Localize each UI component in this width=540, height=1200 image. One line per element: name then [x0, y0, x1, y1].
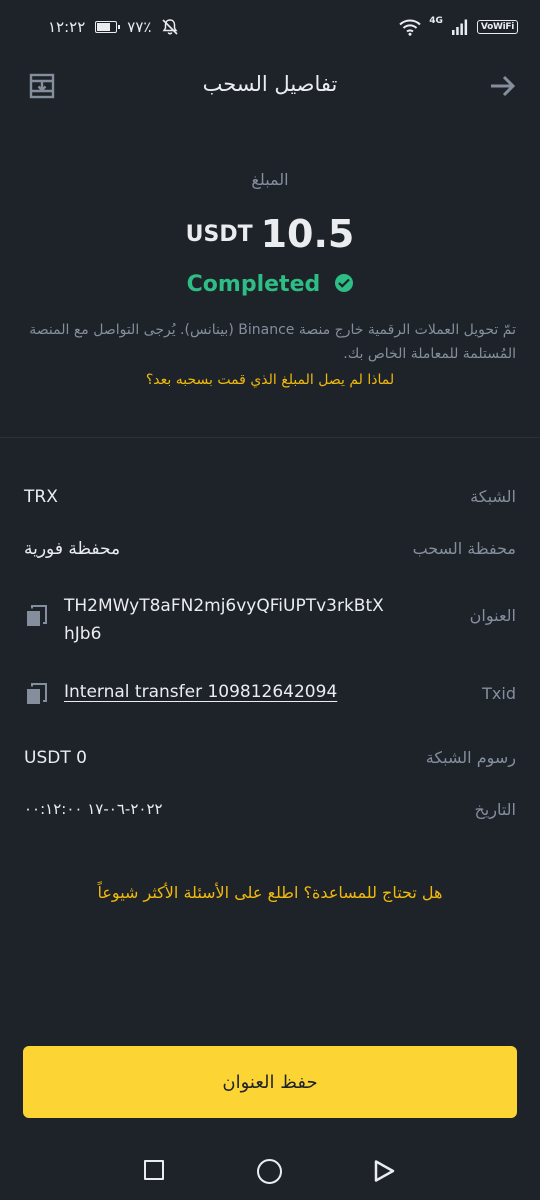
- amount-row: USDT 10.5: [0, 212, 540, 256]
- copy-txid-icon[interactable]: [26, 683, 48, 705]
- status-row: Completed: [0, 272, 540, 297]
- date-label: التاريخ: [474, 800, 516, 819]
- txid-label: Txid: [482, 684, 516, 703]
- page-title: تفاصيل السحب: [202, 72, 338, 96]
- mute-bell-icon: [162, 19, 179, 35]
- header: تفاصيل السحب: [0, 60, 540, 116]
- check-circle-icon: [335, 273, 354, 292]
- why-not-arrived-link[interactable]: لماذا لم يصل المبلغ الذي قمت بسحبه بعد؟: [24, 372, 516, 388]
- network-type: 4G: [429, 16, 443, 26]
- status-time: ١٢:٢٢: [48, 18, 86, 36]
- help-faq-link[interactable]: هل تحتاج للمساعدة؟ اطلع على الأسئلة الأك…: [24, 883, 516, 902]
- address-label: العنوان: [469, 606, 516, 625]
- address-value: TH2MWyT8aFN2mj6vyQFiUPTv3rkBtXhJb6: [64, 596, 384, 644]
- home-circle-icon[interactable]: [257, 1159, 282, 1184]
- withdrawal-details-screen: ١٢:٢٢ ٧٧٪ 4G VoWiFi تفاصيل السحب المبلغ …: [0, 0, 540, 1200]
- status-left: ١٢:٢٢ ٧٧٪: [48, 16, 179, 38]
- copy-address-icon[interactable]: [26, 605, 48, 627]
- wifi-icon: [399, 19, 421, 36]
- network-value: TRX: [24, 487, 58, 507]
- arrow-right-icon[interactable]: [488, 72, 518, 100]
- divider: [0, 437, 540, 438]
- recents-square-icon[interactable]: [144, 1160, 164, 1180]
- status-right: 4G VoWiFi: [399, 14, 518, 40]
- amount-label: المبلغ: [251, 170, 289, 189]
- system-nav-bar: [0, 1150, 540, 1194]
- network-fee-value: USDT 0: [24, 748, 87, 768]
- battery-icon: [95, 21, 121, 33]
- wallet-label: محفظة السحب: [412, 539, 516, 558]
- battery-percent: ٧٧٪: [127, 18, 152, 36]
- amount-value: 10.5: [260, 212, 355, 256]
- network-fee-label: رسوم الشبكة: [425, 748, 516, 767]
- status-bar: ١٢:٢٢ ٧٧٪ 4G VoWiFi: [0, 0, 540, 56]
- notice-text: تمّ تحويل العملات الرقمية خارج منصة Bina…: [29, 322, 516, 362]
- signal-icon: [451, 19, 467, 35]
- txid-value[interactable]: Internal transfer 109812642094: [64, 682, 337, 702]
- amount-currency: USDT: [185, 221, 253, 247]
- network-label: الشبكة: [470, 487, 516, 506]
- vowifi-badge: VoWiFi: [476, 20, 518, 34]
- wallet-value: محفظة فورية: [24, 539, 121, 559]
- save-address-button[interactable]: حفظ العنوان: [23, 1046, 517, 1118]
- status-badge: Completed: [186, 272, 321, 297]
- date-value: ٢٠٢٢-٠٦-١٧ ٠٠:١٢:٠٠: [24, 800, 163, 818]
- back-triangle-icon[interactable]: [372, 1159, 396, 1183]
